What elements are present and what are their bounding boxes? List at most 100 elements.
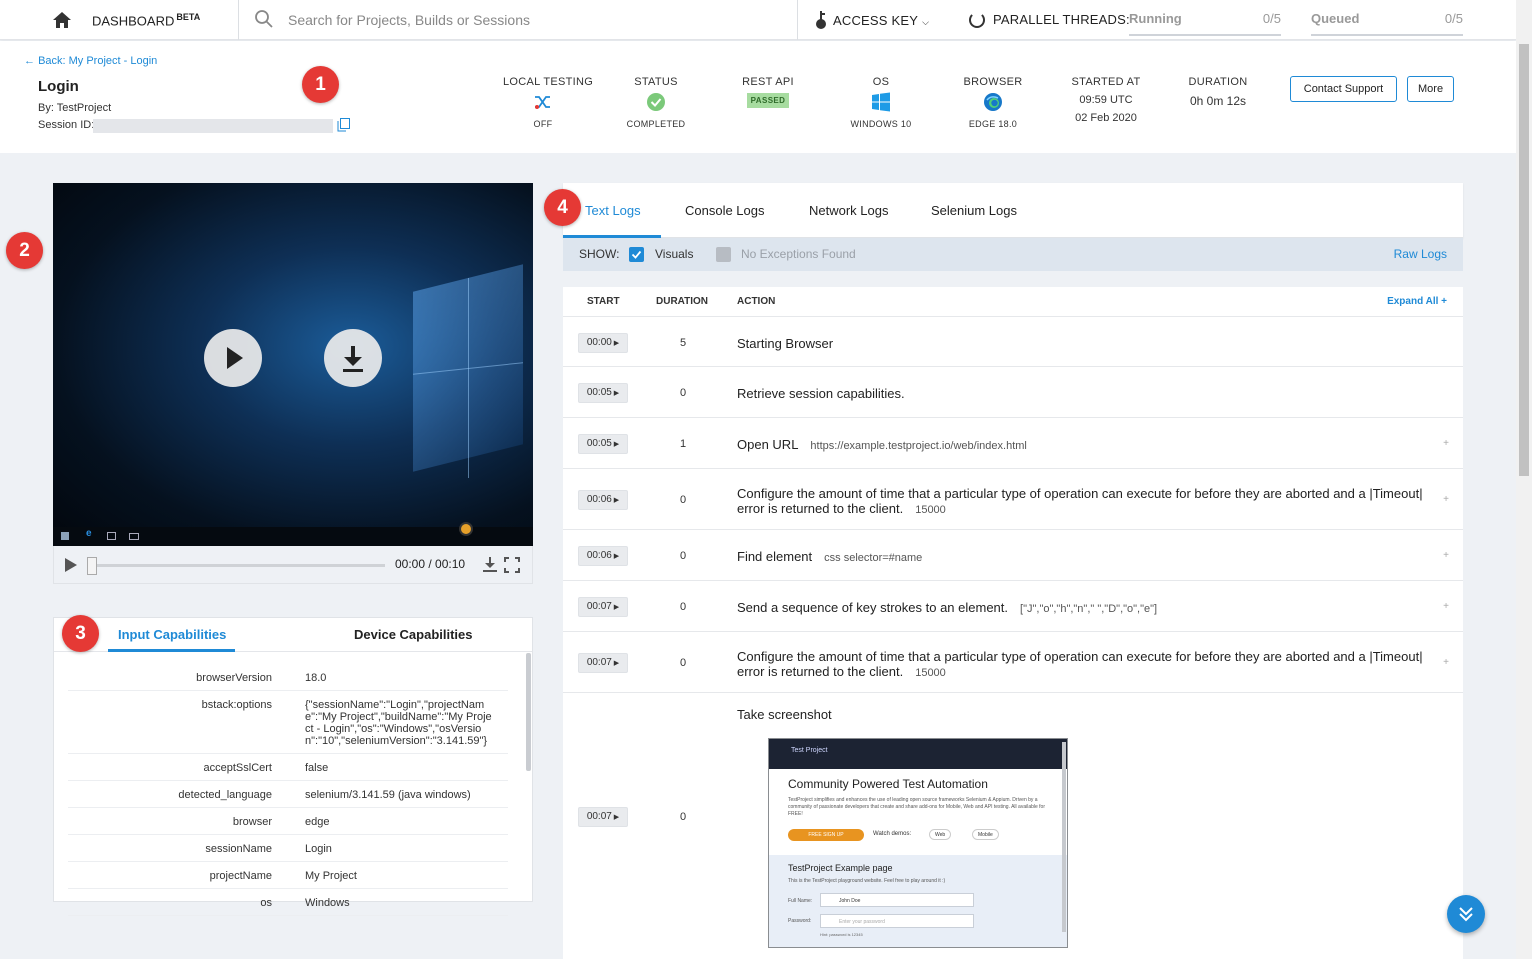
log-timestamp-button[interactable]: 00:00 ▶ <box>578 333 628 353</box>
log-duration: 0 <box>679 811 687 823</box>
page-scrollbar-thumb[interactable] <box>1519 44 1529 476</box>
log-timestamp[interactable]: 00:07 <box>587 601 612 612</box>
access-key-label[interactable]: ACCESS KEY <box>833 13 918 28</box>
visuals-label[interactable]: Visuals <box>655 247 693 261</box>
raw-logs-link[interactable]: Raw Logs <box>1394 247 1447 261</box>
shuffle-icon <box>535 96 550 109</box>
play-icon: ▶ <box>611 553 620 560</box>
log-timestamp[interactable]: 00:07 <box>587 657 612 668</box>
capability-key: detected_language <box>178 789 272 801</box>
parallel-threads-label: PARALLEL THREADS: <box>993 12 1130 27</box>
expand-row-icon[interactable]: + <box>1443 438 1449 449</box>
expand-row-icon[interactable]: + <box>1443 494 1449 505</box>
expand-row-icon[interactable]: + <box>1443 657 1449 668</box>
video-progress-thumb[interactable] <box>87 557 97 575</box>
scroll-down-button[interactable] <box>1447 895 1485 933</box>
log-timestamp[interactable]: 00:06 <box>587 550 612 561</box>
video-progress-track[interactable] <box>92 564 385 567</box>
running-value: 0/5 <box>1262 11 1281 26</box>
play-icon: ▶ <box>611 441 620 448</box>
expand-all-link[interactable]: Expand All + <box>1387 296 1447 307</box>
log-timestamp[interactable]: 00:05 <box>587 438 612 449</box>
home-icon[interactable] <box>52 10 72 30</box>
annotation-badge-3: 3 <box>62 615 99 652</box>
log-timestamp-button[interactable]: 00:06 ▶ <box>578 490 628 510</box>
capability-key: browserVersion <box>196 672 272 684</box>
col-action: ACTION <box>737 296 776 307</box>
play-icon: ▶ <box>611 660 620 667</box>
expand-row-icon[interactable]: + <box>1443 550 1449 561</box>
download-icon <box>343 346 363 372</box>
log-duration: 1 <box>679 438 687 450</box>
fullscreen-icon[interactable] <box>504 557 520 573</box>
tab-input-capabilities[interactable]: Input Capabilities <box>118 627 226 642</box>
session-id-label: Session ID: <box>38 119 95 131</box>
log-timestamp[interactable]: 00:06 <box>587 494 612 505</box>
video-play-button[interactable] <box>204 329 262 387</box>
dashboard-link[interactable]: DASHBOARD BETA <box>92 12 200 28</box>
tab-selenium-logs[interactable]: Selenium Logs <box>931 203 1017 218</box>
recording-icon <box>459 522 473 536</box>
more-button[interactable]: More <box>1407 76 1454 102</box>
log-filter-bar: SHOW: Visuals No Exceptions Found Raw Lo… <box>563 238 1463 271</box>
contact-support-button[interactable]: Contact Support <box>1290 76 1397 102</box>
search-icon <box>255 10 273 28</box>
session-id-value <box>93 119 333 133</box>
divider <box>797 0 798 40</box>
session-header: ← Back: My Project - Login Login By: Tes… <box>0 41 1516 153</box>
video-download-button[interactable] <box>324 329 382 387</box>
status: STATUS COMPLETED <box>616 76 696 129</box>
log-timestamp-button[interactable]: 00:05 ▶ <box>578 434 628 454</box>
log-timestamp-button[interactable]: 00:07 ▶ <box>578 597 628 617</box>
dashboard-label[interactable]: DASHBOARD <box>92 13 174 28</box>
capability-value: Windows <box>305 897 350 909</box>
tab-text-logs[interactable]: Text Logs <box>585 203 641 218</box>
duration-value: 0h 0m 12s <box>1189 94 1247 108</box>
os: OS WINDOWS 10 <box>841 76 921 129</box>
play-icon[interactable] <box>64 557 78 573</box>
tab-console-logs[interactable]: Console Logs <box>685 203 765 218</box>
search-input[interactable] <box>280 8 780 32</box>
screenshot-thumbnail[interactable]: Test Project Community Powered Test Auto… <box>768 738 1068 948</box>
tab-device-capabilities[interactable]: Device Capabilities <box>354 627 473 642</box>
session-author: By: TestProject <box>38 102 112 114</box>
capabilities-scrollbar[interactable] <box>526 653 531 771</box>
log-timestamp[interactable]: 00:00 <box>587 337 612 348</box>
capability-value: My Project <box>305 870 357 882</box>
top-navigation: DASHBOARDBETA ACCESS KEY ⌵ PARALLEL THREA… <box>0 0 1516 40</box>
started-at-date: 02 Feb 2020 <box>1075 112 1137 124</box>
play-icon: ▶ <box>611 340 620 347</box>
access-key-dropdown[interactable]: ACCESS KEY ⌵ <box>833 13 929 28</box>
expand-row-icon[interactable]: + <box>1443 601 1449 612</box>
capability-key: sessionName <box>205 843 272 855</box>
download-icon[interactable] <box>482 556 498 573</box>
log-duration: 0 <box>679 657 687 669</box>
log-timestamp-button[interactable]: 00:06 ▶ <box>578 546 628 566</box>
log-action: Retrieve session capabilities. <box>737 386 1437 401</box>
back-link[interactable]: ← Back: My Project - Login <box>24 55 157 67</box>
capability-value: {"sessionName":"Login","projectName":"My… <box>305 699 492 747</box>
log-timestamp-button[interactable]: 00:07 ▶ <box>578 807 628 827</box>
edge-taskbar-icon: e <box>86 528 92 539</box>
log-duration: 0 <box>679 550 687 562</box>
capability-value: edge <box>305 816 330 828</box>
log-timestamp-button[interactable]: 00:07 ▶ <box>578 653 628 673</box>
tab-network-logs[interactable]: Network Logs <box>809 203 888 218</box>
visuals-checkbox[interactable] <box>629 247 644 262</box>
log-timestamp[interactable]: 00:05 <box>587 387 612 398</box>
log-timestamp[interactable]: 00:07 <box>587 811 612 822</box>
copy-icon[interactable] <box>337 118 350 132</box>
session-video[interactable]: e <box>53 183 533 546</box>
check-icon <box>631 250 642 259</box>
started-at: STARTED AT 09:59 UTC 02 Feb 2020 <box>1066 76 1146 124</box>
back-link-label[interactable]: Back: My Project - Login <box>38 55 157 67</box>
page-scrollbar[interactable] <box>1516 0 1532 959</box>
no-exceptions-label: No Exceptions Found <box>741 247 856 261</box>
play-icon <box>227 347 243 369</box>
screenshot-header: Test Project <box>769 739 1067 769</box>
log-timestamp-button[interactable]: 00:05 ▶ <box>578 383 628 403</box>
play-icon: ▶ <box>611 814 620 821</box>
beta-badge: BETA <box>176 12 201 22</box>
mail-icon <box>129 533 139 540</box>
capability-row: os Windows <box>68 889 508 916</box>
